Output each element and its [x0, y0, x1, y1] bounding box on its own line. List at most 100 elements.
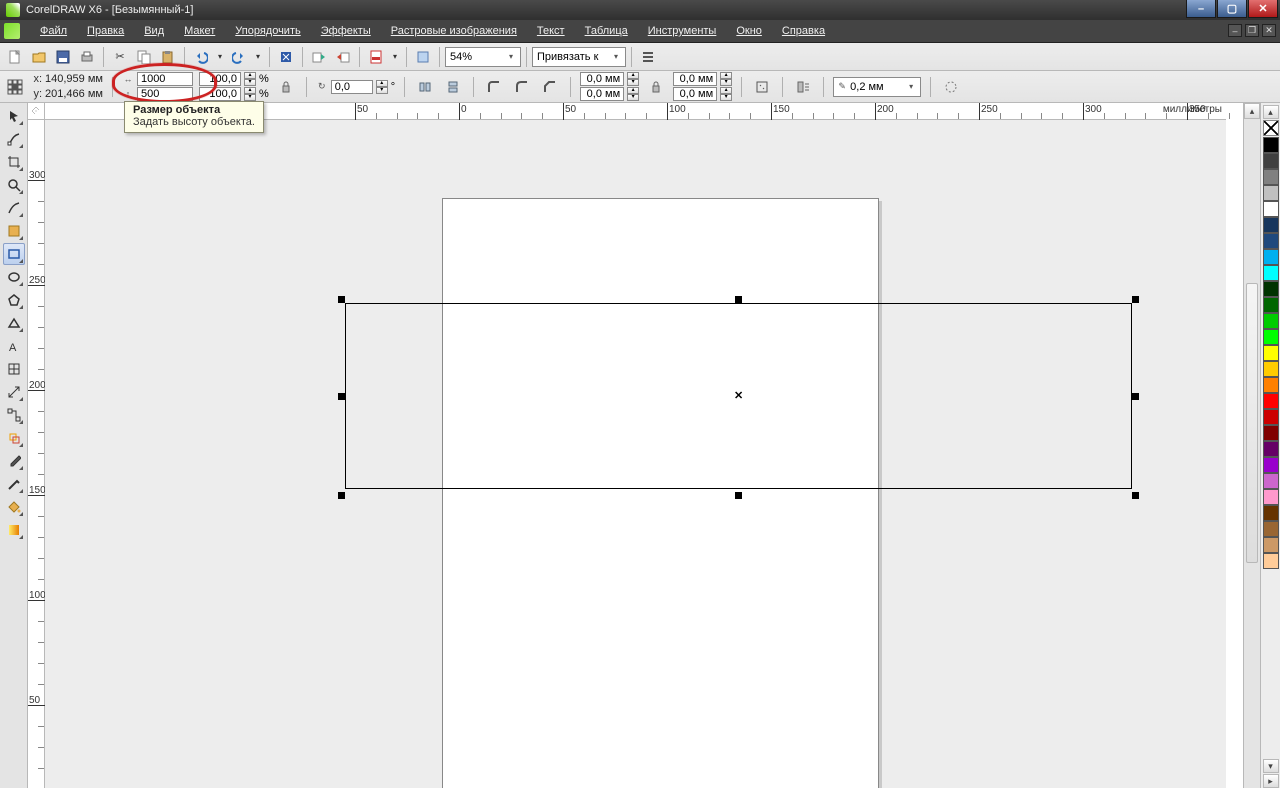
menu-file[interactable]: Файл [30, 23, 77, 39]
basic-shapes-tool[interactable] [3, 312, 25, 334]
rotation-input[interactable] [331, 80, 373, 94]
copy-button[interactable] [133, 46, 155, 68]
dropdown-icon[interactable]: ▾ [904, 82, 918, 91]
table-tool[interactable] [3, 358, 25, 380]
zoom-tool[interactable] [3, 174, 25, 196]
outline-width-input[interactable] [848, 79, 904, 95]
print-button[interactable] [76, 46, 98, 68]
scale-y-input[interactable] [199, 87, 241, 101]
swatch[interactable] [1263, 329, 1279, 345]
spinner[interactable]: ▴▾ [627, 72, 639, 86]
import-button[interactable] [308, 46, 330, 68]
publish-dropdown[interactable]: ▾ [389, 46, 401, 68]
swatch[interactable] [1263, 153, 1279, 169]
corner-round-button[interactable] [483, 76, 505, 98]
swatch[interactable] [1263, 377, 1279, 393]
export-button[interactable] [332, 46, 354, 68]
menu-bitmaps[interactable]: Растровые изображения [381, 23, 527, 39]
redo-dropdown[interactable]: ▾ [252, 46, 264, 68]
save-button[interactable] [52, 46, 74, 68]
lock-ratio-button[interactable] [275, 76, 297, 98]
relative-corner-button[interactable] [751, 76, 773, 98]
cut-button[interactable]: ✂ [109, 46, 131, 68]
eyedropper-tool[interactable] [3, 450, 25, 472]
smart-fill-tool[interactable] [3, 220, 25, 242]
dropdown-icon[interactable]: ▾ [504, 52, 518, 61]
width-input[interactable] [137, 72, 193, 86]
handle-tr[interactable] [1132, 296, 1139, 303]
mdi-restore[interactable]: ❐ [1245, 24, 1259, 37]
crop-tool[interactable] [3, 151, 25, 173]
swatch[interactable] [1263, 457, 1279, 473]
corner-tr-input[interactable] [673, 72, 717, 86]
menu-text[interactable]: Текст [527, 23, 575, 39]
menu-tools[interactable]: Инструменты [638, 23, 727, 39]
swatch[interactable] [1263, 441, 1279, 457]
swatch[interactable] [1263, 137, 1279, 153]
publish-pdf-button[interactable] [365, 46, 387, 68]
interactive-fill-tool[interactable] [3, 519, 25, 541]
swatch[interactable] [1263, 233, 1279, 249]
maximize-button[interactable]: ▢ [1217, 0, 1247, 18]
palette-flyout[interactable]: ▸ [1263, 774, 1279, 788]
swatch[interactable] [1263, 249, 1279, 265]
corner-br-input[interactable] [673, 87, 717, 101]
swatch[interactable] [1263, 297, 1279, 313]
redo-button[interactable] [228, 46, 250, 68]
spinner[interactable]: ▴▾ [376, 80, 388, 94]
swatch[interactable] [1263, 361, 1279, 377]
menu-window[interactable]: Окно [726, 23, 772, 39]
handle-br[interactable] [1132, 492, 1139, 499]
handle-mr[interactable] [1132, 393, 1139, 400]
swatch[interactable] [1263, 393, 1279, 409]
swatch[interactable] [1263, 489, 1279, 505]
swatch[interactable] [1263, 345, 1279, 361]
swatch[interactable] [1263, 473, 1279, 489]
swatch[interactable] [1263, 313, 1279, 329]
mdi-minimize[interactable]: – [1228, 24, 1242, 37]
swatch[interactable] [1263, 521, 1279, 537]
handle-tm[interactable] [735, 296, 742, 303]
rectangle-tool[interactable] [3, 243, 25, 265]
shape-tool[interactable] [3, 128, 25, 150]
canvas-area[interactable]: миллиметры 050050100150200250300350 3002… [28, 103, 1243, 788]
zoom-combo[interactable]: ▾ [445, 47, 521, 67]
swatch[interactable] [1263, 425, 1279, 441]
pick-tool[interactable] [3, 105, 25, 127]
search-content-button[interactable] [275, 46, 297, 68]
open-button[interactable] [28, 46, 50, 68]
scale-x-input[interactable] [199, 72, 241, 86]
center-marker[interactable]: ✕ [734, 392, 743, 401]
handle-bl[interactable] [338, 492, 345, 499]
snap-combo[interactable]: ▾ [532, 47, 626, 67]
swatch[interactable] [1263, 409, 1279, 425]
menu-table[interactable]: Таблица [575, 23, 638, 39]
swatch[interactable] [1263, 281, 1279, 297]
swatch[interactable] [1263, 185, 1279, 201]
handle-tl[interactable] [338, 296, 345, 303]
ruler-origin[interactable] [28, 103, 45, 120]
connector-tool[interactable] [3, 404, 25, 426]
menu-arrange[interactable]: Упорядочить [225, 23, 310, 39]
canvas[interactable]: ✕ [45, 120, 1226, 788]
mirror-h-button[interactable] [414, 76, 436, 98]
vertical-scrollbar[interactable]: ▴ [1243, 103, 1260, 788]
new-button[interactable] [4, 46, 26, 68]
corner-bl-input[interactable] [580, 87, 624, 101]
fill-tool[interactable] [3, 496, 25, 518]
polygon-tool[interactable] [3, 289, 25, 311]
spinner[interactable]: ▴▾ [627, 87, 639, 101]
options-button[interactable] [637, 46, 659, 68]
swatch-none[interactable] [1263, 120, 1279, 136]
undo-button[interactable] [190, 46, 212, 68]
menu-layout[interactable]: Макет [174, 23, 225, 39]
freehand-tool[interactable] [3, 197, 25, 219]
handle-bm[interactable] [735, 492, 742, 499]
text-wrap-button[interactable] [792, 76, 814, 98]
paste-button[interactable] [157, 46, 179, 68]
palette-down[interactable]: ▾ [1263, 759, 1279, 773]
object-origin-button[interactable] [4, 76, 26, 98]
height-input[interactable] [137, 87, 193, 101]
ellipse-tool[interactable] [3, 266, 25, 288]
corner-tl-input[interactable] [580, 72, 624, 86]
